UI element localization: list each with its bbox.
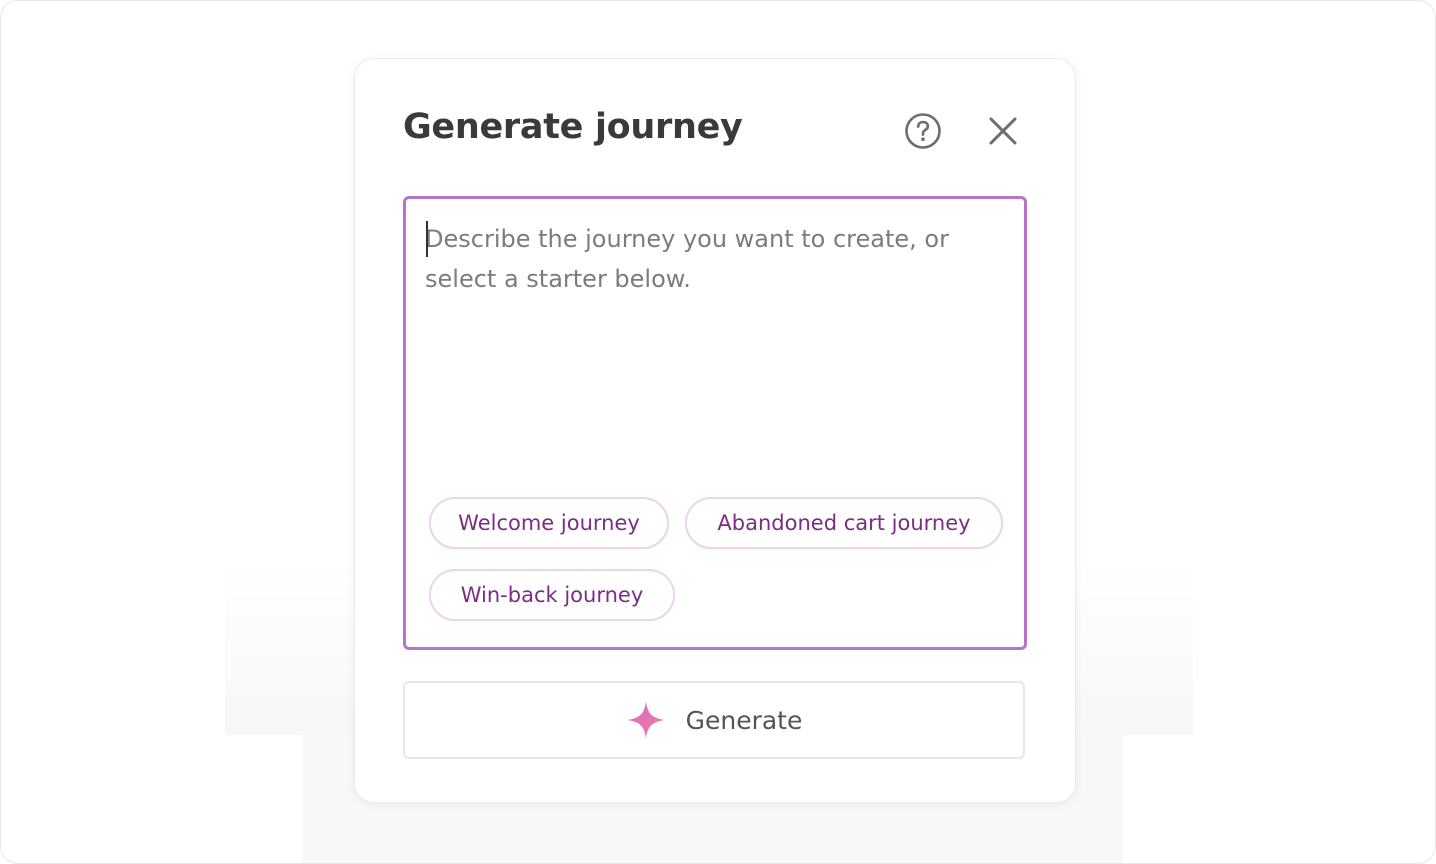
text-caret [426,221,428,257]
generate-journey-dialog: Generate journey Welcome journey Abandon… [354,58,1076,803]
starter-chip-welcome[interactable]: Welcome journey [429,497,669,549]
generate-button[interactable]: Generate [403,681,1025,759]
app-frame: Generate journey Welcome journey Abandon… [0,0,1436,864]
help-button[interactable] [901,109,945,153]
generate-button-label: Generate [685,705,803,735]
dialog-title: Generate journey [403,107,743,147]
sparkle-icon [626,701,665,739]
starter-chip-win-back[interactable]: Win-back journey [429,569,675,621]
journey-description-input[interactable] [425,219,1005,479]
close-button[interactable] [981,109,1025,153]
help-circle-icon [905,113,941,149]
journey-prompt-box: Welcome journey Abandoned cart journey W… [403,196,1027,650]
close-icon [989,117,1017,145]
starter-chip-abandoned-cart[interactable]: Abandoned cart journey [685,497,1003,549]
